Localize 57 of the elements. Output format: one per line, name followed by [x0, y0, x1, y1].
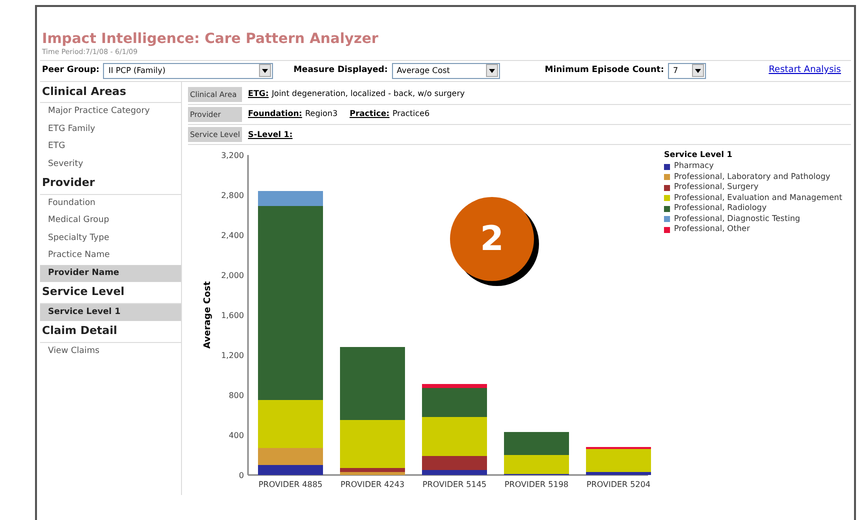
- x-tick-label: PROVIDER 4885: [258, 480, 323, 490]
- sidebar-section-title: Claim Detail: [40, 321, 181, 342]
- filter-value: Region3: [305, 108, 338, 120]
- sidebar-item[interactable]: Provider Name: [40, 264, 181, 282]
- sidebar-section-title: Provider: [40, 173, 181, 194]
- x-tick-label: PROVIDER 5198: [504, 480, 569, 490]
- y-tick-label: 2,000: [221, 271, 244, 280]
- filter-key: ETG:: [248, 88, 269, 100]
- y-tick-label: 1,600: [221, 311, 244, 320]
- legend-label: Professional, Evaluation and Management: [674, 192, 842, 204]
- restart-analysis-link[interactable]: Restart Analysis: [768, 64, 841, 78]
- sidebar-section-title: Clinical Areas: [40, 82, 181, 103]
- dropdown-field[interactable]: II PCP (Family): [103, 62, 274, 78]
- sidebar-item[interactable]: Medical Group: [40, 212, 181, 230]
- sidebar-item[interactable]: ETG: [40, 138, 181, 156]
- field-label: Peer Group:: [42, 64, 100, 77]
- filter-key: Foundation:: [248, 108, 302, 120]
- x-tick-label: PROVIDER 4243: [340, 480, 405, 490]
- dropdown-field[interactable]: 7: [668, 62, 706, 78]
- legend-label: Professional, Radiology: [674, 203, 767, 214]
- y-tick-label: 2,800: [221, 191, 244, 200]
- caret-icon: [486, 64, 498, 77]
- filter-value: Practice6: [392, 108, 430, 120]
- legend-label: Professional, Laboratory and Pathology: [674, 172, 830, 182]
- field-label: Measure Displayed:: [293, 64, 388, 77]
- sidebar-item[interactable]: View Claims: [40, 342, 181, 360]
- filter-key: S-Level 1:: [248, 128, 293, 141]
- x-tick-label: PROVIDER 5204: [586, 480, 651, 490]
- step-number-badge: 2: [450, 197, 534, 282]
- legend-title: Service Level 1: [664, 149, 734, 162]
- y-tick-label: 2,400: [221, 231, 244, 240]
- x-tick-label: PROVIDER 5145: [422, 480, 487, 490]
- caret-icon: [259, 64, 272, 77]
- caret-icon: [692, 64, 704, 77]
- legend-label: Professional, Surgery: [674, 182, 758, 193]
- legend-label: Professional, Diagnostic Testing: [674, 214, 800, 224]
- y-tick-label: 400: [228, 431, 244, 440]
- y-tick-label: 800: [228, 391, 244, 400]
- sidebar-item[interactable]: Major Practice Category: [40, 103, 181, 120]
- sidebar-item[interactable]: ETG Family: [40, 120, 181, 138]
- y-axis-title: Average Cost: [203, 282, 213, 349]
- field-label: Minimum Episode Count:: [544, 64, 664, 77]
- sidebar-item[interactable]: Practice Name: [40, 247, 181, 264]
- sidebar-item[interactable]: Specialty Type: [40, 230, 181, 247]
- legend-label: Professional, Other: [674, 224, 750, 235]
- filter-key: Practice:: [350, 108, 390, 120]
- page-title: Impact Intelligence: Care Pattern Analyzer: [42, 31, 380, 47]
- sidebar-item[interactable]: Severity: [40, 156, 181, 173]
- bar-segment: [504, 432, 569, 456]
- sidebar-item[interactable]: Service Level 1: [40, 304, 181, 321]
- dropdown-field[interactable]: Average Cost: [392, 62, 500, 78]
- y-tick-label: 1,200: [221, 351, 244, 360]
- legend-label: Pharmacy: [674, 161, 714, 172]
- sidebar-item[interactable]: Foundation: [40, 194, 181, 212]
- y-tick-label: 0: [238, 471, 244, 480]
- filter-value: Joint degeneration, localized - back, w/o surgery: [272, 88, 465, 100]
- y-tick-label: 3,200: [221, 151, 244, 160]
